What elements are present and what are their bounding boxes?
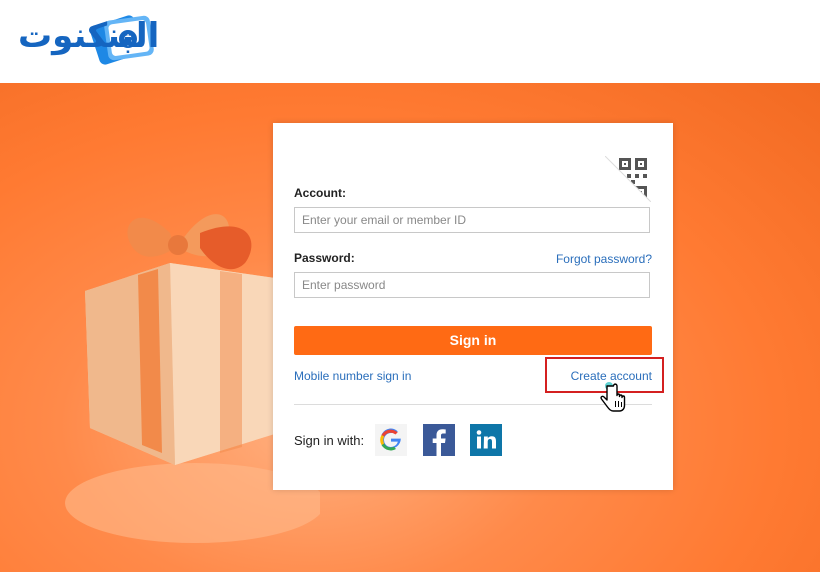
sign-in-with-label: Sign in with: — [294, 433, 365, 448]
linkedin-icon[interactable] — [470, 424, 502, 456]
sign-in-button[interactable]: Sign in — [294, 326, 652, 355]
qr-code-icon[interactable] — [605, 156, 651, 202]
google-icon[interactable] — [375, 424, 407, 456]
account-label: Account: — [294, 186, 346, 200]
mobile-sign-in-link[interactable]: Mobile number sign in — [294, 369, 411, 383]
logo-text: البنكنوت — [18, 16, 160, 56]
hand-pointer-cursor-icon — [600, 382, 626, 412]
site-logo[interactable]: $ البنكنوت — [18, 8, 218, 76]
password-input[interactable]: Enter password — [294, 272, 650, 298]
forgot-password-link[interactable]: Forgot password? — [556, 252, 652, 266]
password-label: Password: — [294, 251, 355, 265]
top-bar: $ البنكنوت — [0, 0, 820, 83]
login-card: Account: Enter your email or member ID P… — [273, 123, 673, 490]
facebook-icon[interactable] — [423, 424, 455, 456]
account-input[interactable]: Enter your email or member ID — [294, 207, 650, 233]
account-placeholder: Enter your email or member ID — [302, 213, 467, 227]
hero-banner: Account: Enter your email or member ID P… — [0, 83, 820, 572]
password-placeholder: Enter password — [302, 278, 386, 292]
